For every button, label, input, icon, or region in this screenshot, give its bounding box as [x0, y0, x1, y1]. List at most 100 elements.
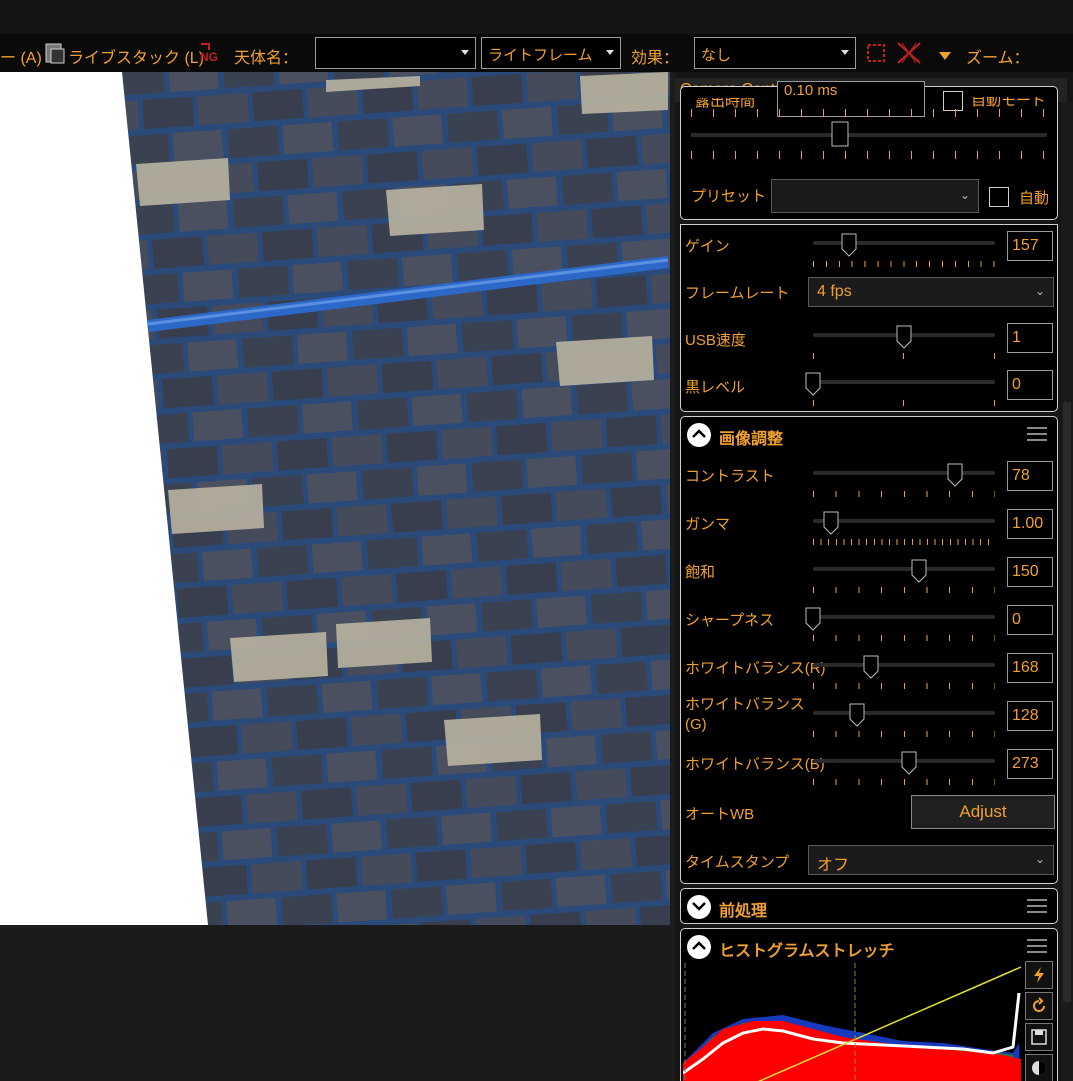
gamma-label: ガンマ [685, 516, 731, 533]
wb-g-value[interactable]: 128 [1007, 701, 1053, 731]
slider-thumb-icon[interactable] [805, 372, 821, 396]
sharpness-slider[interactable] [805, 607, 995, 641]
contrast-icon[interactable] [1025, 1054, 1053, 1081]
collapse-up-icon[interactable] [687, 423, 711, 447]
effect-combo[interactable]: なし [694, 37, 856, 69]
camera-settings-section: ゲイン 157 フレームレート 4 fps ⌄ USB速度 1 黒レベル 0 [680, 224, 1058, 412]
chevron-down-icon [461, 50, 469, 55]
slider-thumb-icon[interactable] [863, 655, 879, 679]
preset-select[interactable]: ⌄ [771, 179, 979, 213]
timestamp-value: オフ [817, 857, 850, 874]
effect-label: 効果： [631, 50, 680, 67]
contrast-label: コントラスト [685, 468, 775, 485]
wb-r-value[interactable]: 168 [1007, 653, 1053, 683]
object-name-combo[interactable] [315, 37, 476, 69]
svg-text:NG: NG [200, 50, 218, 64]
slider-thumb-icon[interactable] [849, 703, 865, 727]
crop-frame-icon[interactable] [866, 43, 886, 67]
expand-down-icon[interactable] [687, 895, 711, 919]
contrast-slider[interactable] [813, 463, 995, 497]
exposure-auto-checkbox[interactable] [943, 91, 963, 111]
histogram-tools [1025, 961, 1055, 1081]
slider-thumb-icon[interactable] [896, 325, 912, 349]
exposure-slider-track[interactable] [691, 133, 1047, 137]
contrast-value[interactable]: 78 [1007, 461, 1053, 491]
panel-scrollbar[interactable] [1061, 102, 1073, 1081]
gamma-slider[interactable] [813, 511, 995, 545]
object-name-label: 天体名： [234, 50, 299, 67]
timestamp-select[interactable]: オフ ⌄ [808, 845, 1054, 875]
slider-thumb-icon[interactable] [805, 607, 821, 631]
menu-icon[interactable] [1027, 939, 1047, 953]
chevron-down-icon [606, 50, 614, 55]
toolbar-item-a[interactable]: ー (A) [0, 44, 42, 68]
wb-b-slider[interactable] [813, 751, 995, 785]
live-stack-button[interactable]: ライブスタック (L) [68, 44, 204, 68]
exposure-value: 0.10 ms [784, 82, 838, 99]
crosshair-icon[interactable] [896, 41, 922, 69]
image-viewport[interactable] [0, 72, 670, 925]
ng-icon[interactable]: NG [199, 40, 223, 70]
black-level-value[interactable]: 0 [1007, 370, 1053, 400]
wb-b-label: ホワイトバランス(B) [685, 756, 825, 773]
preprocess-section[interactable]: 前処理 [680, 888, 1058, 924]
saturation-value[interactable]: 150 [1007, 557, 1053, 587]
black-level-slider[interactable] [805, 372, 995, 406]
gamma-value[interactable]: 1.00 [1007, 509, 1053, 539]
camera-control-panel: Camera Control Panel 露出時間 0.10 ms 自動モード … [675, 72, 1073, 1081]
histogram-graph[interactable] [683, 963, 1025, 1081]
framerate-value: 4 fps [817, 283, 852, 300]
chevron-down-icon: ⌄ [1034, 852, 1045, 866]
sharpness-label: シャープネス [685, 612, 775, 629]
auto-stretch-icon[interactable] [1025, 961, 1053, 989]
usb-speed-label: USB速度 [685, 332, 746, 349]
window-titlebar [0, 0, 1073, 34]
image-adjust-section: 画像調整 コントラスト 78 ガンマ 1.00 飽和 150 シャープネス 0 … [680, 416, 1058, 884]
adjust-button[interactable]: Adjust [911, 795, 1055, 829]
wb-r-slider[interactable] [813, 655, 995, 689]
chevron-down-icon: ⌄ [1034, 284, 1045, 298]
usb-speed-value[interactable]: 1 [1007, 323, 1053, 353]
exposure-ticks-bottom [691, 151, 1047, 159]
exposure-auto-label: 自動モード [971, 92, 1047, 109]
reset-icon[interactable] [1025, 992, 1053, 1020]
frame-type-value: ライトフレーム [488, 47, 593, 64]
wb-g-label: ホワイトバランス (G) [685, 696, 805, 733]
slider-thumb-icon[interactable] [947, 463, 963, 487]
saturation-slider[interactable] [813, 559, 995, 593]
sharpness-value[interactable]: 0 [1007, 605, 1053, 635]
black-level-label: 黒レベル [685, 379, 746, 396]
menu-icon[interactable] [1027, 899, 1047, 913]
gain-label: ゲイン [685, 238, 730, 255]
gain-value[interactable]: 157 [1007, 231, 1053, 261]
live-stack-icon[interactable] [45, 42, 65, 68]
histogram-title: ヒストグラムストレッチ [719, 943, 895, 960]
preview-image [0, 72, 670, 925]
slider-thumb-icon[interactable] [911, 559, 927, 583]
timestamp-label: タイムスタンプ [685, 854, 790, 871]
menu-icon[interactable] [1027, 427, 1047, 441]
framerate-select[interactable]: 4 fps ⌄ [808, 277, 1054, 307]
slider-thumb-icon[interactable] [901, 751, 917, 775]
slider-thumb-icon[interactable] [823, 511, 839, 535]
frame-type-combo[interactable]: ライトフレーム [481, 37, 621, 69]
chevron-down-icon: ⌄ [959, 188, 970, 202]
framerate-label: フレームレート [685, 285, 790, 302]
collapse-up-icon[interactable] [687, 935, 711, 959]
exposure-slider-thumb[interactable] [831, 121, 849, 147]
gain-slider[interactable] [813, 233, 995, 267]
preset-auto-checkbox[interactable] [989, 187, 1009, 207]
auto-wb-label: オートWB [685, 806, 755, 823]
dropdown-arrow-icon[interactable] [938, 48, 952, 65]
saturation-label: 飽和 [685, 564, 716, 581]
wb-r-label: ホワイトバランス(R) [685, 660, 826, 677]
slider-thumb-icon[interactable] [841, 233, 857, 257]
main-toolbar: ー (A) ライブスタック (L) NG 天体名： ライトフレーム 効果： なし… [0, 34, 1073, 72]
wb-g-slider[interactable] [813, 703, 995, 737]
exposure-section: 露出時間 0.10 ms 自動モード プリセット ⌄ 自動 [680, 81, 1058, 220]
save-icon[interactable] [1025, 1023, 1053, 1051]
wb-b-value[interactable]: 273 [1007, 749, 1053, 779]
preset-label: プリセット [691, 188, 767, 205]
scrollbar-thumb[interactable] [1063, 402, 1071, 1002]
usb-speed-slider[interactable] [813, 325, 995, 359]
